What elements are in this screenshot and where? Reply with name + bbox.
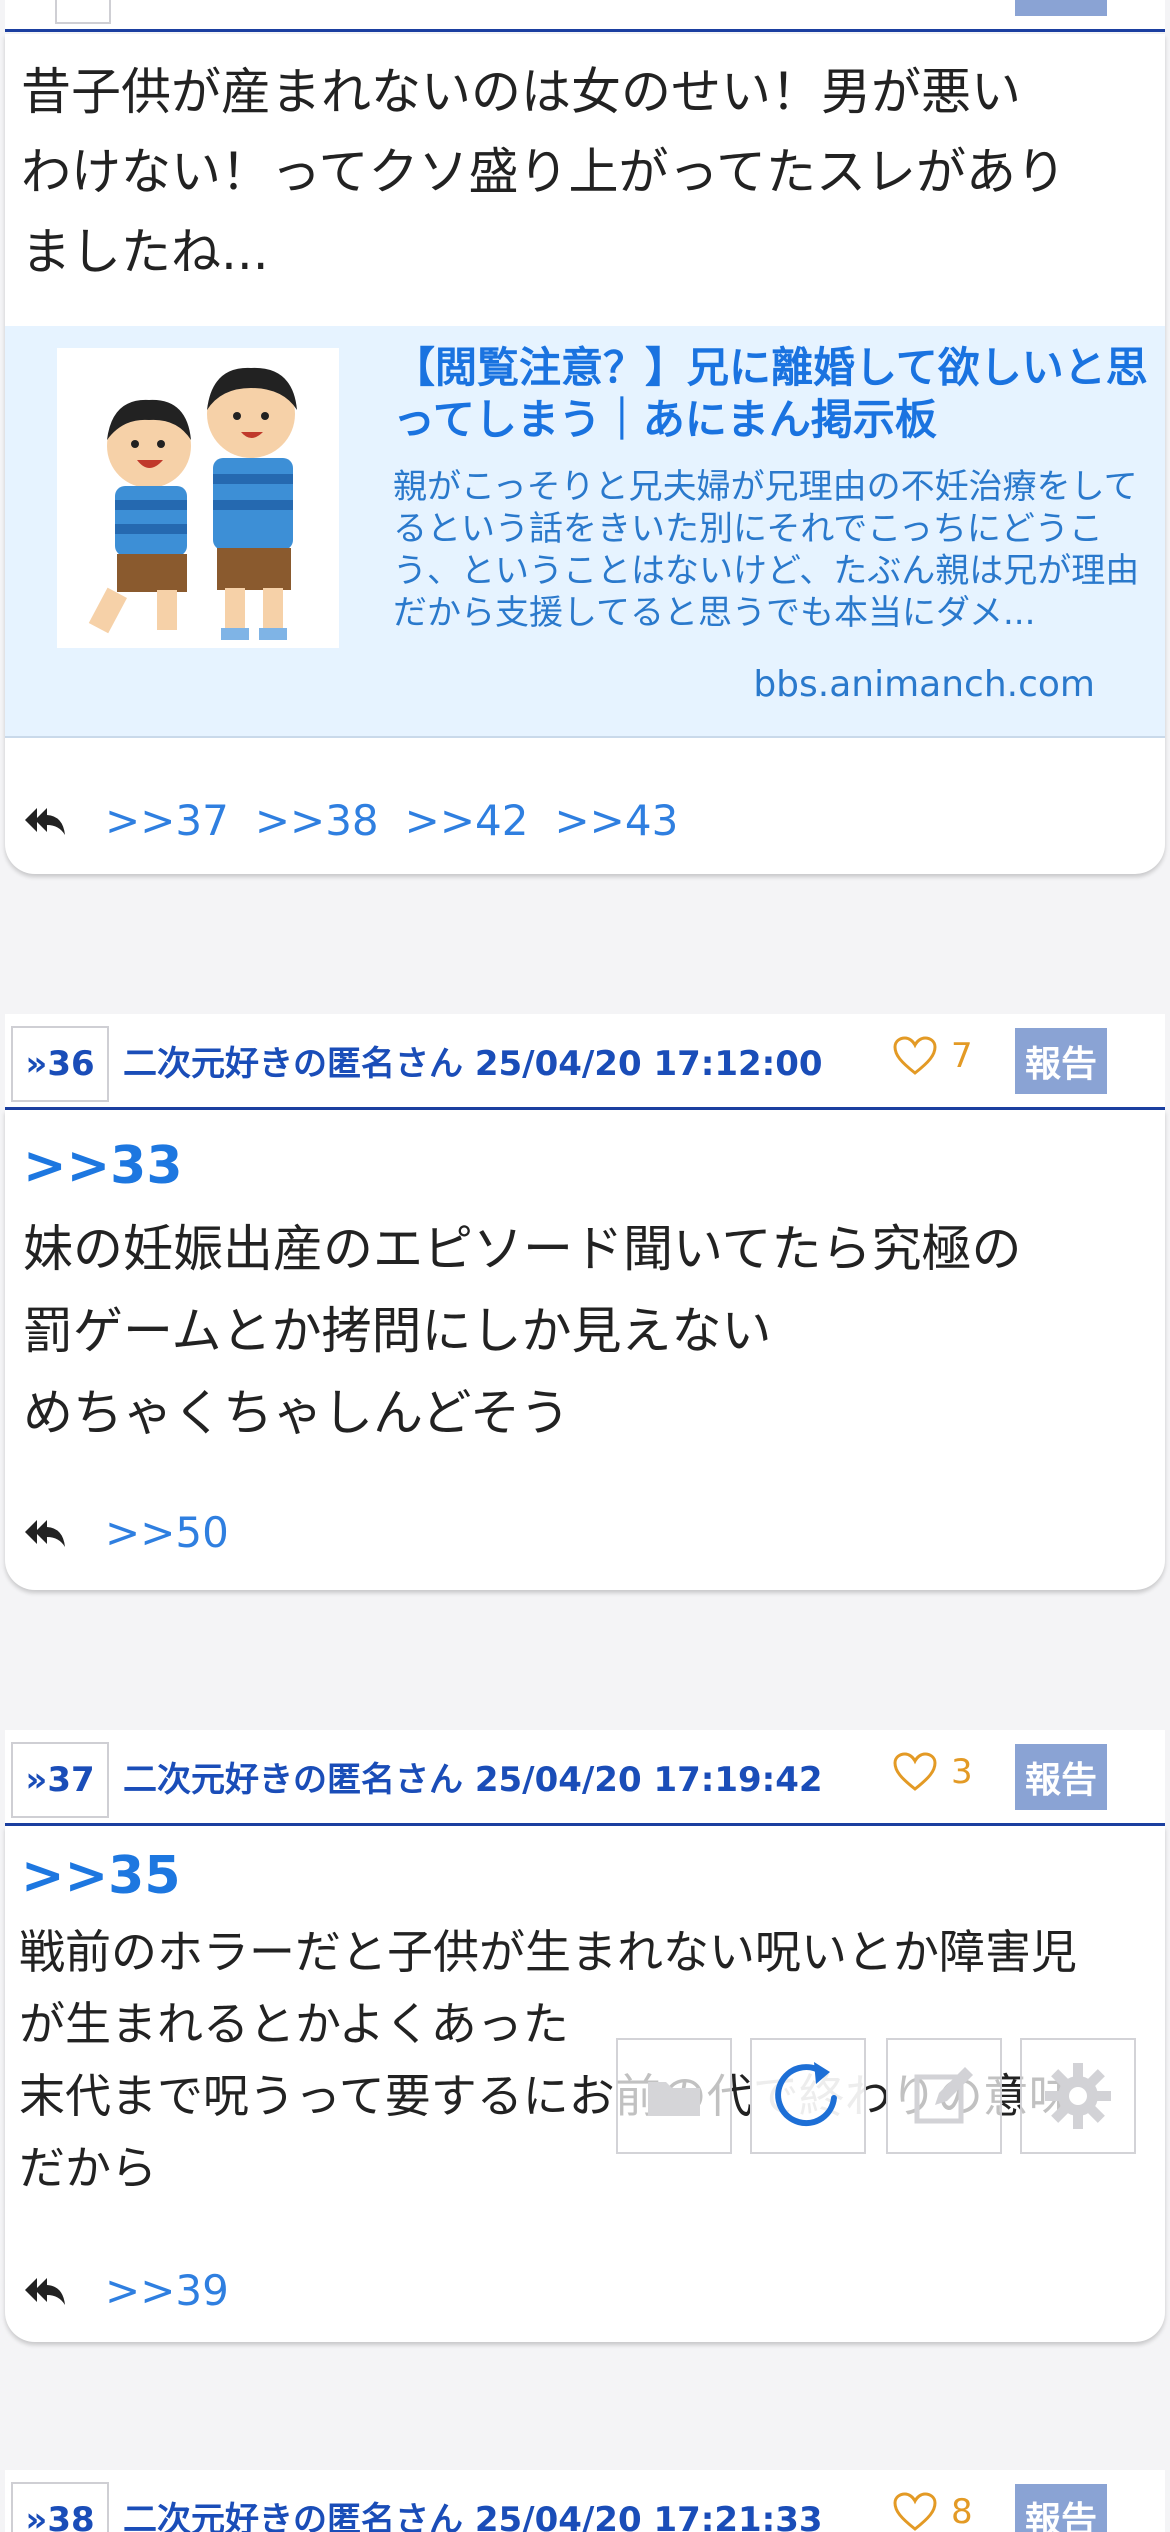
post-header-37: »37 二次元好きの匿名さん 25/04/20 17:19:42 3 報告 [5, 1730, 1165, 1826]
post-body-line: 昔子供が産まれないのは女のせい！男が悪い [21, 63, 1021, 121]
reply-links-36: >>50 [23, 1508, 229, 1557]
refresh-icon [775, 2062, 837, 2127]
like-count-36: 7 [951, 1036, 973, 1076]
like-button-38[interactable]: 8 [893, 2492, 973, 2532]
thread-page: 昔子供が産まれないのは女のせい！男が悪い わけない！ってクソ盛り上がってたスレが… [0, 0, 1170, 2532]
edit-icon [914, 2067, 973, 2124]
reply-link[interactable]: >>42 [405, 796, 529, 845]
report-button-36[interactable]: 報告 [1015, 1028, 1107, 1094]
like-button-37[interactable]: 3 [893, 1752, 973, 1792]
reply-links-35: >>37 >>38 >>42 >>43 [23, 796, 678, 845]
post-number-37[interactable]: »37 [11, 1742, 109, 1818]
post-number-36[interactable]: »36 [11, 1026, 109, 1102]
like-button-36[interactable]: 7 [893, 1036, 973, 1076]
two-boys-illustration-icon [88, 367, 297, 640]
report-button-38[interactable]: 報告 [1015, 2484, 1107, 2532]
reply-all-icon [25, 807, 65, 835]
post-body-36: 妹の妊娠出産のエピソード聞いてたら究極の 罰ゲームとか拷問にしか見えない めちゃ… [23, 1208, 1163, 1454]
anchor-link-36[interactable]: >>33 [23, 1134, 183, 1198]
anchor-link-37[interactable]: >>35 [21, 1844, 181, 1908]
link-thumbnail-image [57, 348, 339, 648]
like-count-38: 8 [951, 2492, 973, 2532]
folder-button[interactable] [616, 2038, 732, 2154]
reply-link[interactable]: >>43 [554, 796, 678, 845]
reply-link[interactable]: >>39 [105, 2266, 229, 2315]
poster-info-38: 二次元好きの匿名さん 25/04/20 17:21:33 [123, 2500, 823, 2532]
report-button-37[interactable]: 報告 [1015, 1744, 1107, 1810]
folder-icon [648, 2082, 700, 2116]
reply-links-37: >>39 [23, 2266, 229, 2315]
reply-link[interactable]: >>38 [255, 796, 379, 845]
post-body-35: 昔子供が産まれないのは女のせい！男が悪い わけない！ってクソ盛り上がってたスレが… [21, 52, 1161, 292]
post-header-36: »36 二次元好きの匿名さん 25/04/20 17:12:00 7 報告 [5, 1014, 1165, 1110]
post-36: >>33 妹の妊娠出産のエピソード聞いてたら究極の 罰ゲームとか拷問にしか見えな… [5, 1110, 1165, 1590]
like-count-37: 3 [951, 1752, 973, 1792]
post-number-38[interactable]: »38 [11, 2482, 109, 2532]
heart-icon [893, 1036, 937, 1075]
reply-all-icon [25, 2277, 65, 2305]
reply-all-icon [25, 1519, 65, 1547]
link-preview-card[interactable]: 【閲覧注意？】兄に離婚して欲しいと思ってしまう｜あにまん掲示板 親がこっそりと兄… [5, 326, 1165, 738]
report-button-35[interactable] [1015, 0, 1107, 16]
gear-icon [1045, 2063, 1111, 2129]
link-title[interactable]: 【閲覧注意？】兄に離婚して欲しいと思ってしまう｜あにまん掲示板 [393, 342, 1153, 446]
heart-icon [893, 2492, 937, 2531]
poster-info-36: 二次元好きの匿名さん 25/04/20 17:12:00 [123, 1044, 823, 1084]
edit-button[interactable] [886, 2038, 1002, 2154]
post-body-line: めちゃくちゃしんどそう [23, 1384, 570, 1442]
heart-icon [893, 1752, 937, 1791]
link-domain: bbs.animanch.com [753, 664, 1095, 705]
reply-link[interactable]: >>37 [105, 796, 229, 845]
refresh-button[interactable] [750, 2038, 866, 2154]
link-description: 親がこっそりと兄夫婦が兄理由の不妊治療をしてるという話をきいた別にそれでこっちに… [393, 467, 1140, 633]
post-body-line: ましたね... [21, 223, 269, 281]
post-header-38: »38 二次元好きの匿名さん 25/04/20 17:21:33 8 報告 [5, 2470, 1165, 2532]
poster-info-37: 二次元好きの匿名さん 25/04/20 17:19:42 [123, 1760, 823, 1800]
post-body-line: 戦前のホラーだと子供が生まれない呪いとか障害児 [19, 1925, 1077, 1979]
post-number-35[interactable] [55, 0, 111, 24]
post-header-35 [5, 0, 1165, 32]
reply-link[interactable]: >>50 [105, 1508, 229, 1557]
post-body-line: わけない！ってクソ盛り上がってたスレがあり [21, 143, 1066, 201]
settings-button[interactable] [1020, 2038, 1136, 2154]
post-body-line: 罰ゲームとか拷問にしか見えない [23, 1302, 772, 1360]
post-body-line: 妹の妊娠出産のエピソード聞いてたら究極の [23, 1220, 1022, 1278]
post-35: 昔子供が産まれないのは女のせい！男が悪い わけない！ってクソ盛り上がってたスレが… [5, 34, 1165, 874]
